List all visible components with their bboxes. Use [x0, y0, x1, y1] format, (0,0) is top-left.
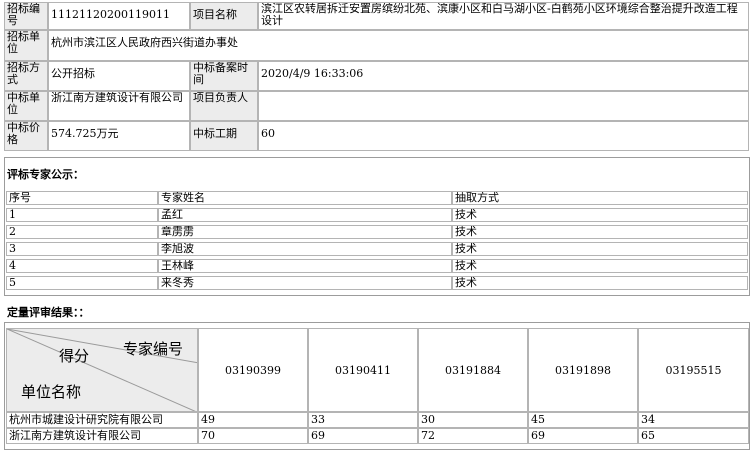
unit-name-header: 单位名称: [21, 383, 82, 401]
result-unit-name: 杭州市城建设计研究院有限公司: [6, 412, 198, 428]
table-row: 4: [6, 259, 158, 273]
score-cell: 72: [418, 428, 528, 444]
expert-code-header: 03195515: [638, 328, 749, 412]
score-cell: 45: [528, 412, 638, 428]
filing-time-value: 2020/4/9 16:33:06: [258, 61, 749, 91]
table-row: 1: [6, 208, 158, 222]
results-diagonal-header: 专家编号 得分 单位名称: [6, 328, 198, 412]
expert-code-header: 03191884: [418, 328, 528, 412]
expert-name: 来冬秀: [158, 276, 452, 290]
score-cell: 69: [528, 428, 638, 444]
expert-method: 技术: [452, 208, 748, 222]
score-cell: 34: [638, 412, 749, 428]
expert-name: 章雳雳: [158, 225, 452, 239]
expert-code-header: 03190411: [308, 328, 418, 412]
score-cell: 30: [418, 412, 528, 428]
winner-label: 中标单位: [4, 91, 48, 121]
experts-title: 评标专家公示：: [7, 168, 84, 181]
expert-code-header: 03191898: [528, 328, 638, 412]
experts-header-method: 抽取方式: [452, 191, 748, 205]
tender-method-value: 公开招标: [48, 61, 190, 91]
table-row: 3: [6, 242, 158, 256]
expert-name: 李旭波: [158, 242, 452, 256]
period-value: 60: [258, 121, 749, 151]
score-cell: 69: [308, 428, 418, 444]
expert-name: 王林峰: [158, 259, 452, 273]
project-name-value: 滨江区农转居拆迁安置房缤纷北苑、滨康小区和白马湖小区-白鹤苑小区环境综合整治提升…: [258, 2, 749, 30]
tender-unit-label: 招标单位: [4, 30, 48, 61]
score-header: 得分: [59, 347, 90, 365]
table-row: 5: [6, 276, 158, 290]
expert-code-header: 03190399: [198, 328, 308, 412]
expert-number-header: 专家编号: [123, 340, 184, 358]
score-cell: 70: [198, 428, 308, 444]
table-row: 2: [6, 225, 158, 239]
period-label: 中标工期: [190, 121, 258, 151]
project-leader-value: [258, 91, 749, 121]
winner-value: 浙江南方建筑设计有限公司: [48, 91, 190, 121]
expert-method: 技术: [452, 276, 748, 290]
experts-header-index: 序号: [6, 191, 158, 205]
result-unit-name: 浙江南方建筑设计有限公司: [6, 428, 198, 444]
price-value: 574.725万元: [48, 121, 190, 151]
tender-method-label: 招标方式: [4, 61, 48, 91]
bid-number-label: 招标编号: [4, 2, 48, 30]
project-leader-label: 项目负责人: [190, 91, 258, 121]
filing-time-label: 中标备案时间: [190, 61, 258, 91]
expert-method: 技术: [452, 259, 748, 273]
expert-name: 孟红: [158, 208, 452, 222]
score-cell: 49: [198, 412, 308, 428]
score-cell: 33: [308, 412, 418, 428]
experts-header-name: 专家姓名: [158, 191, 452, 205]
score-cell: 65: [638, 428, 749, 444]
tender-unit-value: 杭州市滨江区人民政府西兴街道办事处: [48, 30, 749, 61]
expert-method: 技术: [452, 225, 748, 239]
bid-number-value: 11121120200119011: [48, 2, 190, 30]
results-title: 定量评审结果：：: [7, 306, 90, 319]
price-label: 中标价格: [4, 121, 48, 151]
expert-method: 技术: [452, 242, 748, 256]
project-name-label: 项目名称: [190, 2, 258, 30]
